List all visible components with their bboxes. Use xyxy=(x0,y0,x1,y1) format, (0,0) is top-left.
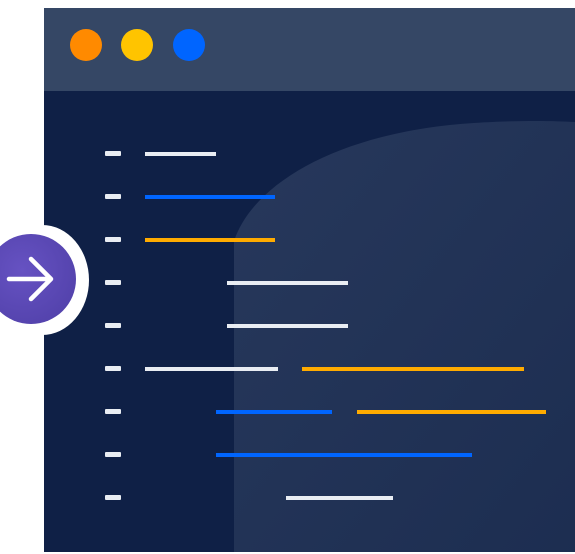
line-marker xyxy=(105,237,121,242)
orange-traffic-light[interactable] xyxy=(70,29,102,61)
code-segment xyxy=(145,152,216,156)
background-wave xyxy=(234,121,575,552)
code-segment xyxy=(216,453,472,457)
code-segment xyxy=(145,367,278,371)
code-segment xyxy=(227,324,348,328)
code-segment xyxy=(145,238,275,242)
line-marker xyxy=(105,151,121,156)
code-segment xyxy=(145,195,275,199)
line-marker xyxy=(105,366,121,371)
arrow-right-icon xyxy=(6,256,54,302)
code-segment xyxy=(216,410,332,414)
code-segment xyxy=(227,281,348,285)
code-area xyxy=(44,91,575,552)
line-marker xyxy=(105,452,121,457)
line-marker xyxy=(105,194,121,199)
code-editor-window xyxy=(44,8,575,552)
line-marker xyxy=(105,495,121,500)
line-marker xyxy=(105,323,121,328)
blue-traffic-light[interactable] xyxy=(173,29,205,61)
line-marker xyxy=(105,409,121,414)
code-segment xyxy=(302,367,524,371)
line-marker xyxy=(105,280,121,285)
code-segment xyxy=(357,410,546,414)
code-segment xyxy=(286,496,393,500)
yellow-traffic-light[interactable] xyxy=(121,29,153,61)
window-titlebar xyxy=(44,8,575,91)
